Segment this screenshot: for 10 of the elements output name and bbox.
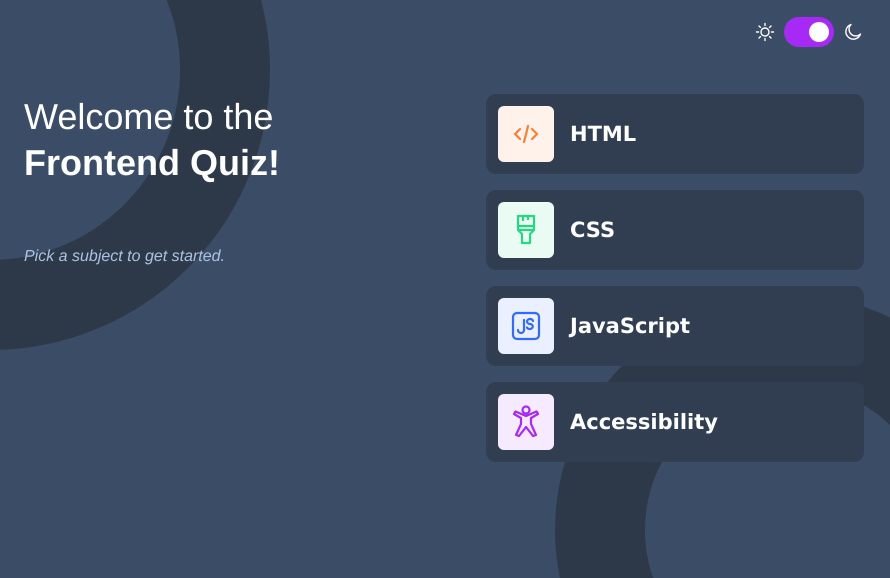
subject-button[interactable]: JavaScript bbox=[486, 286, 864, 366]
quiz-title: Frontend Quiz! bbox=[24, 141, 281, 185]
subtitle-text: Pick a subject to get started. bbox=[24, 248, 226, 266]
subject-button[interactable]: Accessibility bbox=[486, 382, 864, 462]
subject-button[interactable]: CSS bbox=[486, 190, 864, 270]
sun-icon bbox=[755, 22, 775, 42]
theme-toggle[interactable] bbox=[784, 17, 834, 47]
subject-button[interactable]: HTML bbox=[486, 94, 864, 174]
welcome-heading: Welcome to the bbox=[24, 95, 274, 139]
moon-icon bbox=[843, 22, 863, 42]
